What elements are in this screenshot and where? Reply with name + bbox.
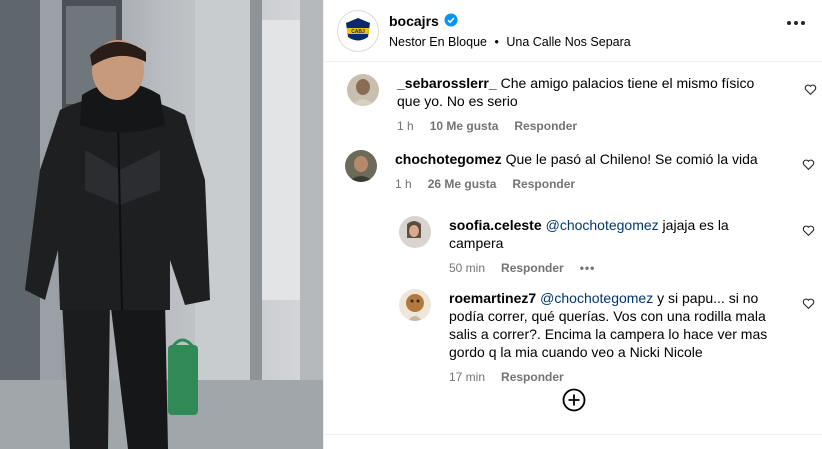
comment-likes[interactable]: 26 Me gusta [428,177,497,191]
heart-outline-icon[interactable] [802,224,815,237]
comment-body: Que le pasó al Chileno! Se comió la vida [505,151,758,167]
music-song[interactable]: Una Calle Nos Separa [506,35,630,49]
divider [324,434,822,435]
comment-time[interactable]: 1 h [397,119,414,133]
post-photo [0,0,323,449]
post-photo-illustration [0,0,323,449]
comment-meta: 1 h 10 Me gusta Responder [397,119,577,133]
plus-circle-icon[interactable] [562,388,586,412]
comment-username[interactable]: chochotegomez [395,151,502,167]
comment-options-icon[interactable]: ••• [580,261,596,275]
comment-text: _sebarosslerr_ Che amigo palacios tiene e… [397,74,777,110]
mention-link[interactable]: @chochotegomez [540,290,653,306]
author-avatar[interactable]: CABJ [337,10,379,52]
comment-time[interactable]: 1 h [395,177,412,191]
reply-time[interactable]: 17 min [449,370,485,384]
commenter-avatar[interactable] [345,150,377,182]
commenter-avatar[interactable] [399,289,431,321]
reply-meta: 17 min Responder [449,370,564,384]
music-separator: • [494,35,499,49]
avatar-image [347,74,379,106]
reply-button[interactable]: Responder [501,370,564,384]
comment-likes[interactable]: 10 Me gusta [430,119,499,133]
avatar-image [399,289,431,321]
reply-meta: 50 min Responder ••• [449,261,595,275]
music-info[interactable]: Nestor En Bloque • Una Calle Nos Separa [389,35,631,49]
reply-username[interactable]: soofia.celeste [449,217,542,233]
mention-link[interactable]: @chochotegomez [546,217,659,233]
boca-crest-icon: CABJ [346,18,370,41]
commenter-avatar[interactable] [347,74,379,106]
reply-text: roemartinez7 @chochotegomez y si papu... … [449,289,779,361]
reply-username[interactable]: roemartinez7 [449,290,536,306]
comments-panel: CABJ bocajrs Nestor En Bloque • Una Call… [323,0,822,449]
commenter-avatar[interactable] [399,216,431,248]
comment-meta: 1 h 26 Me gusta Responder [395,177,575,191]
verified-badge-icon [444,13,458,27]
heart-outline-icon[interactable] [802,158,815,171]
reply-text: soofia.celeste @chochotegomez jajaja es l… [449,216,749,252]
svg-text:CABJ: CABJ [351,29,365,35]
comment-text: chochotegomez Que le pasó al Chileno! Se … [395,150,785,168]
reply-button[interactable]: Responder [514,119,577,133]
reply-button[interactable]: Responder [501,261,564,275]
reply-button[interactable]: Responder [512,177,575,191]
heart-outline-icon[interactable] [802,297,815,310]
author-username[interactable]: bocajrs [389,13,439,29]
reply-time[interactable]: 50 min [449,261,485,275]
more-options-icon[interactable] [787,21,805,25]
music-artist[interactable]: Nestor En Bloque [389,35,487,49]
avatar-image [345,150,377,182]
heart-outline-icon[interactable] [804,83,817,96]
post-header: CABJ bocajrs Nestor En Bloque • Una Call… [324,0,822,62]
comment-username[interactable]: _sebarosslerr_ [397,75,497,91]
avatar-image [399,216,431,248]
